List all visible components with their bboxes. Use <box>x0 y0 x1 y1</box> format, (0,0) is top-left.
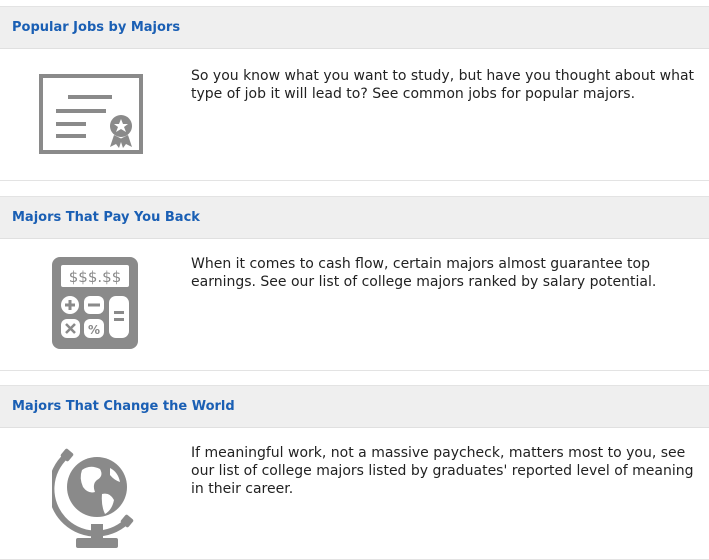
card-majors-pay-back: Majors That Pay You Back $$$.$$ % When i… <box>0 196 709 371</box>
card-majors-change-world: Majors That Change the World If meaningf… <box>0 385 709 560</box>
card-header: Majors That Pay You Back <box>0 197 709 239</box>
globe-icon <box>52 448 134 548</box>
card-title-link[interactable]: Majors That Change the World <box>12 399 235 414</box>
calculator-icon: $$$.$$ % <box>52 257 138 349</box>
card-title-link[interactable]: Majors That Pay You Back <box>12 210 200 225</box>
card-description: So you know what you want to study, but … <box>191 68 695 102</box>
card-title-link[interactable]: Popular Jobs by Majors <box>12 20 180 35</box>
certificate-icon <box>39 74 143 154</box>
card-header: Popular Jobs by Majors <box>0 7 709 49</box>
card-description: When it comes to cash flow, certain majo… <box>191 256 657 290</box>
calculator-display-text: $$$.$$ <box>69 268 122 286</box>
card-header: Majors That Change the World <box>0 386 709 428</box>
svg-text:%: % <box>88 323 100 337</box>
card-popular-jobs: Popular Jobs by Majors So you know what … <box>0 6 709 181</box>
card-description: If meaningful work, not a massive payche… <box>191 445 694 497</box>
